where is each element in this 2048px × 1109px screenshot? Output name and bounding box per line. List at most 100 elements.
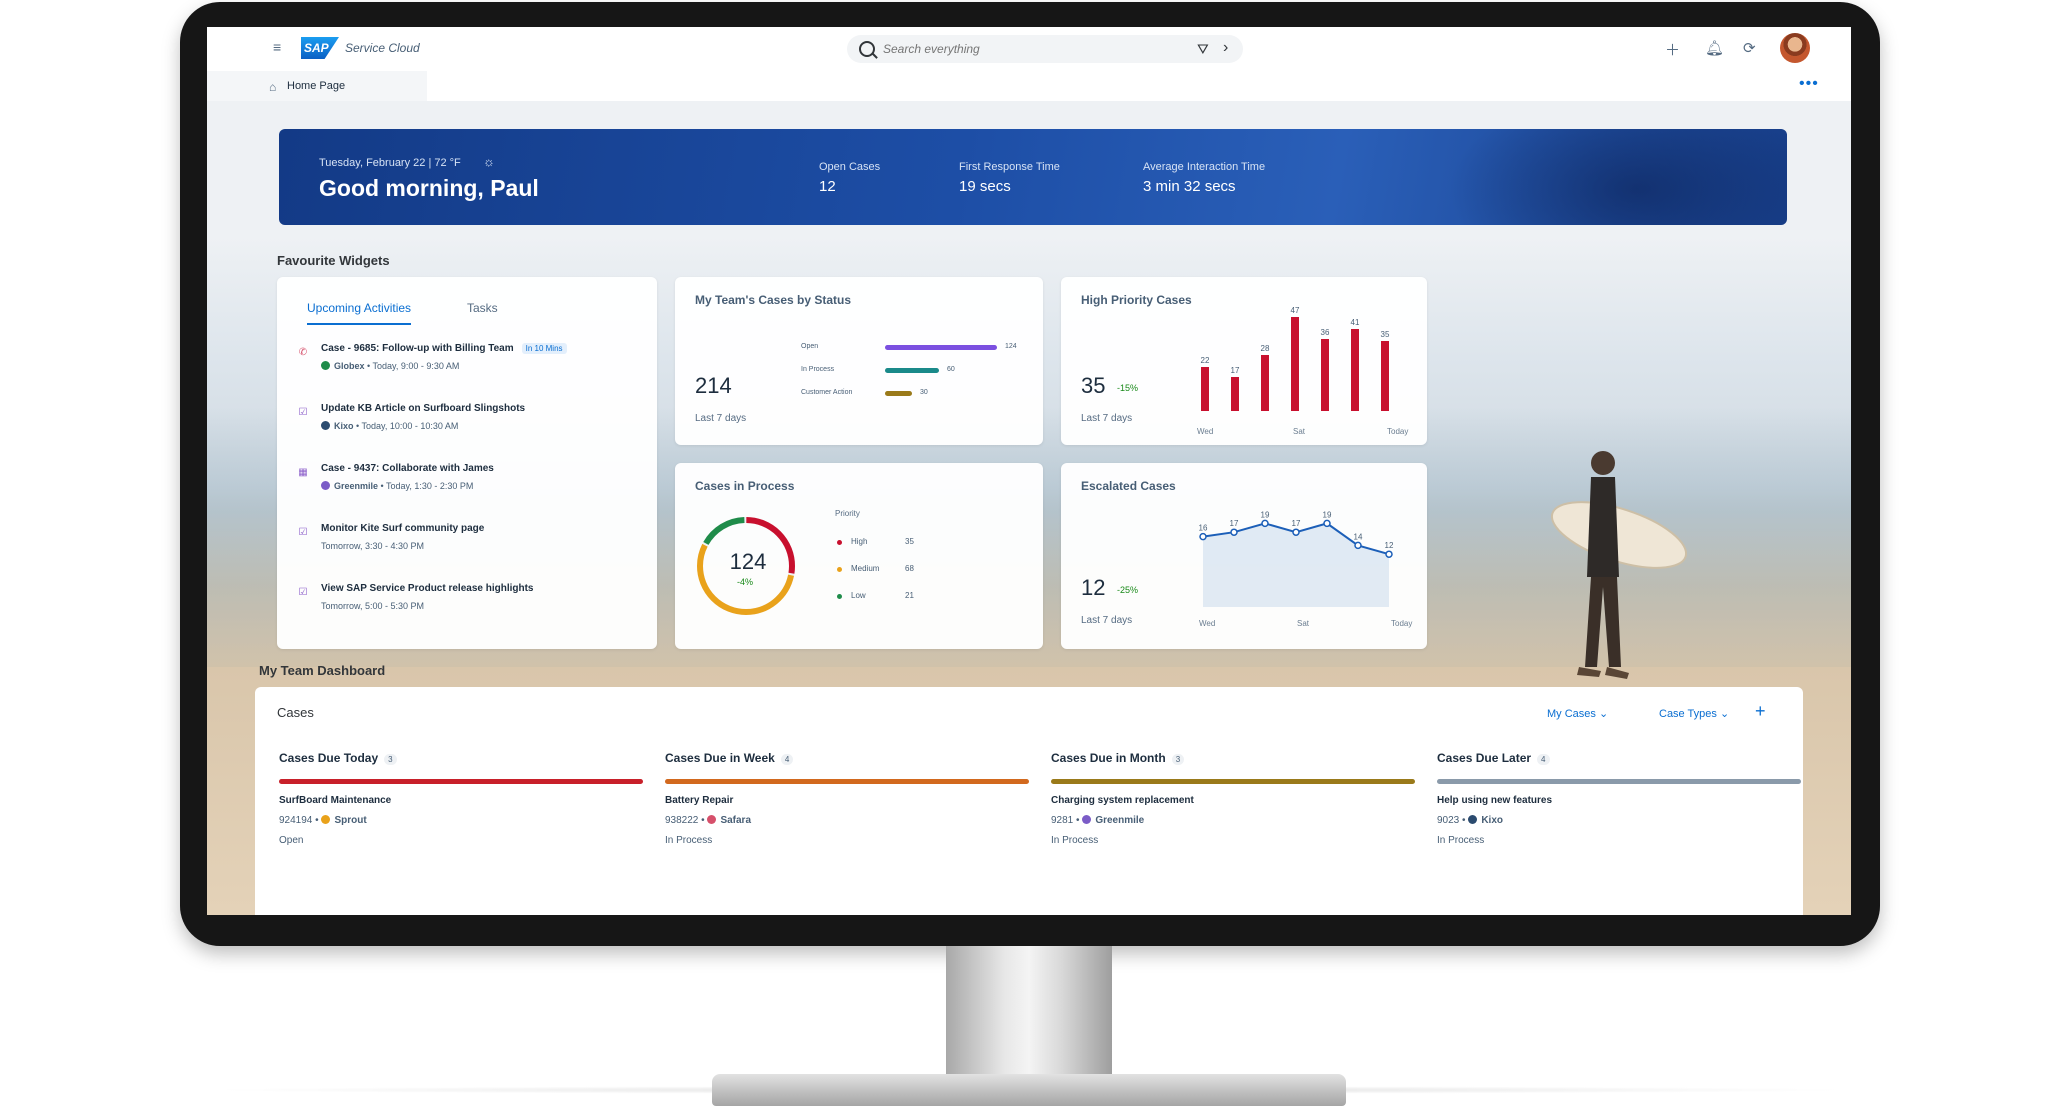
- activity-org[interactable]: Kixo: [334, 421, 354, 431]
- shell-bar: ≡ SAP Service Cloud ⛛ › ＋ 🔔︎ ⟳: [207, 27, 1851, 71]
- tab-home-page[interactable]: Home Page: [287, 80, 345, 92]
- favourite-widgets-title: Favourite Widgets: [277, 253, 390, 268]
- search-input[interactable]: [881, 41, 1185, 57]
- cases-in-process-delta: -4%: [737, 577, 754, 587]
- line-point[interactable]: [1292, 528, 1300, 536]
- cases-by-status-card[interactable]: My Team's Cases by Status 214 Last 7 day…: [675, 277, 1043, 445]
- activity-time: Today, 9:00 - 9:30 AM: [372, 361, 460, 371]
- filter-icon[interactable]: ⛛: [1197, 41, 1209, 58]
- priority-dot-icon: [837, 567, 842, 572]
- column-header[interactable]: Cases Due Today 3: [279, 751, 397, 765]
- column-header[interactable]: Cases Due in Week 4: [665, 751, 794, 765]
- escalated-cases-card[interactable]: Escalated Cases 12 -25% Last 7 days 16 17…: [1061, 463, 1427, 649]
- column-title: Cases Due Later: [1437, 751, 1532, 765]
- column-header[interactable]: Cases Due in Month 3: [1051, 751, 1185, 765]
- bar-value-label: 28: [1261, 344, 1270, 353]
- case-title[interactable]: Help using new features: [1437, 795, 1552, 806]
- activity-title-text: Case - 9685: Follow-up with Billing Team: [321, 343, 514, 354]
- case-org[interactable]: Sprout: [334, 815, 366, 826]
- add-icon[interactable]: ＋: [1665, 39, 1680, 60]
- line-point[interactable]: [1385, 550, 1393, 558]
- axis-label-today: Today: [1391, 619, 1413, 628]
- column-header[interactable]: Cases Due Later 4: [1437, 751, 1550, 765]
- status-value: 124: [1005, 343, 1017, 350]
- column-count-badge: 3: [1171, 754, 1185, 765]
- activity-title[interactable]: Case - 9437: Collaborate with James: [321, 463, 494, 474]
- activity-title[interactable]: Case - 9685: Follow-up with Billing Team…: [321, 343, 567, 354]
- chevron-down-icon: ⌄: [1598, 708, 1609, 720]
- date-weather: Tuesday, February 22 | 72 °F: [319, 157, 461, 169]
- case-status: In Process: [665, 835, 713, 846]
- home-icon[interactable]: ⌂: [269, 80, 276, 94]
- line-point[interactable]: [1199, 532, 1207, 541]
- case-title[interactable]: SurfBoard Maintenance: [279, 795, 391, 806]
- kpi-avg-interaction-value: 3 min 32 secs: [1143, 178, 1236, 195]
- add-case-icon[interactable]: +: [1755, 701, 1766, 722]
- period-label: Last 7 days: [1081, 615, 1133, 626]
- kpi-avg-interaction-label: Average Interaction Time: [1143, 161, 1266, 173]
- case-meta: 9023 • Kixo: [1437, 815, 1503, 826]
- activity-title[interactable]: Update KB Article on Surfboard Slingshot…: [321, 403, 525, 414]
- activity-title-text: Monitor Kite Surf community page: [321, 523, 485, 534]
- activity-org[interactable]: Greenmile: [334, 481, 378, 491]
- escalated-value: 12: [1081, 575, 1106, 600]
- sync-icon[interactable]: ⟳: [1743, 39, 1756, 57]
- cases-in-process-card[interactable]: Cases in Process 124 -4% Priority High 35…: [675, 463, 1043, 649]
- axis-label-wed: Wed: [1199, 619, 1216, 628]
- column-title: Cases Due in Week: [665, 751, 775, 765]
- my-cases-dropdown[interactable]: My Cases ⌄: [1547, 707, 1608, 720]
- bar[interactable]: [1201, 367, 1209, 411]
- bar[interactable]: [1381, 341, 1389, 411]
- column-count-badge: 3: [384, 754, 397, 765]
- case-status: In Process: [1437, 835, 1485, 846]
- activity-title[interactable]: Monitor Kite Surf community page: [321, 523, 484, 534]
- bar[interactable]: [1261, 355, 1269, 411]
- case-title[interactable]: Battery Repair: [665, 795, 733, 806]
- status-bar[interactable]: [885, 368, 939, 373]
- greeting-banner: Tuesday, February 22 | 72 °F ☼ Good morn…: [279, 129, 1787, 225]
- activity-meta: Kixo • Today, 10:00 - 10:30 AM: [321, 421, 458, 431]
- status-bar[interactable]: [885, 345, 997, 350]
- bar[interactable]: [1321, 339, 1329, 411]
- more-icon[interactable]: •••: [1799, 75, 1819, 93]
- priority-value: 21: [905, 591, 914, 600]
- org-logo-icon: [1082, 815, 1092, 824]
- point-value-label: 17: [1230, 519, 1239, 528]
- tab-tasks[interactable]: Tasks: [467, 301, 498, 323]
- line-point[interactable]: [1261, 519, 1269, 528]
- column-title: Cases Due Today: [279, 751, 379, 765]
- activity-title[interactable]: View SAP Service Product release highlig…: [321, 583, 534, 594]
- case-types-dropdown[interactable]: Case Types ⌄: [1659, 707, 1729, 720]
- priority-dot-icon: [837, 594, 842, 599]
- tab-upcoming-activities[interactable]: Upcoming Activities: [307, 301, 412, 325]
- case-org[interactable]: Greenmile: [1095, 815, 1144, 826]
- search-icon[interactable]: [859, 41, 875, 57]
- line-point[interactable]: [1230, 528, 1238, 536]
- high-priority-card[interactable]: High Priority Cases 35 -15% Last 7 days …: [1061, 277, 1427, 445]
- card-title: Cases in Process: [695, 479, 795, 493]
- status-bar[interactable]: [885, 391, 912, 396]
- kpi-first-response-label: First Response Time: [959, 161, 1060, 173]
- bar[interactable]: [1231, 377, 1239, 411]
- line-point[interactable]: [1323, 519, 1331, 528]
- card-title: My Team's Cases by Status: [695, 293, 852, 307]
- point-value-label: 14: [1354, 532, 1363, 541]
- case-title[interactable]: Charging system replacement: [1051, 795, 1194, 806]
- line-point[interactable]: [1354, 541, 1362, 550]
- bell-icon[interactable]: 🔔︎: [1705, 39, 1724, 57]
- monitor-stand-neck: [946, 946, 1112, 1086]
- menu-icon[interactable]: ≡: [273, 40, 287, 54]
- bar-value-label: 36: [1321, 328, 1330, 337]
- bar[interactable]: [1291, 317, 1299, 411]
- chevron-right-icon[interactable]: ›: [1223, 39, 1228, 57]
- case-org[interactable]: Kixo: [1481, 815, 1503, 826]
- surfer-illustration: [1550, 451, 1688, 679]
- activity-org[interactable]: Globex: [334, 361, 365, 371]
- greeting-text: Good morning, Paul: [319, 175, 539, 201]
- task-icon: ☑: [298, 527, 308, 538]
- chevron-down-icon: ⌄: [1719, 708, 1730, 720]
- activity-time: Today, 10:00 - 10:30 AM: [361, 421, 459, 431]
- avatar[interactable]: [1780, 33, 1810, 63]
- bar[interactable]: [1351, 329, 1359, 411]
- case-org[interactable]: Safara: [720, 815, 751, 826]
